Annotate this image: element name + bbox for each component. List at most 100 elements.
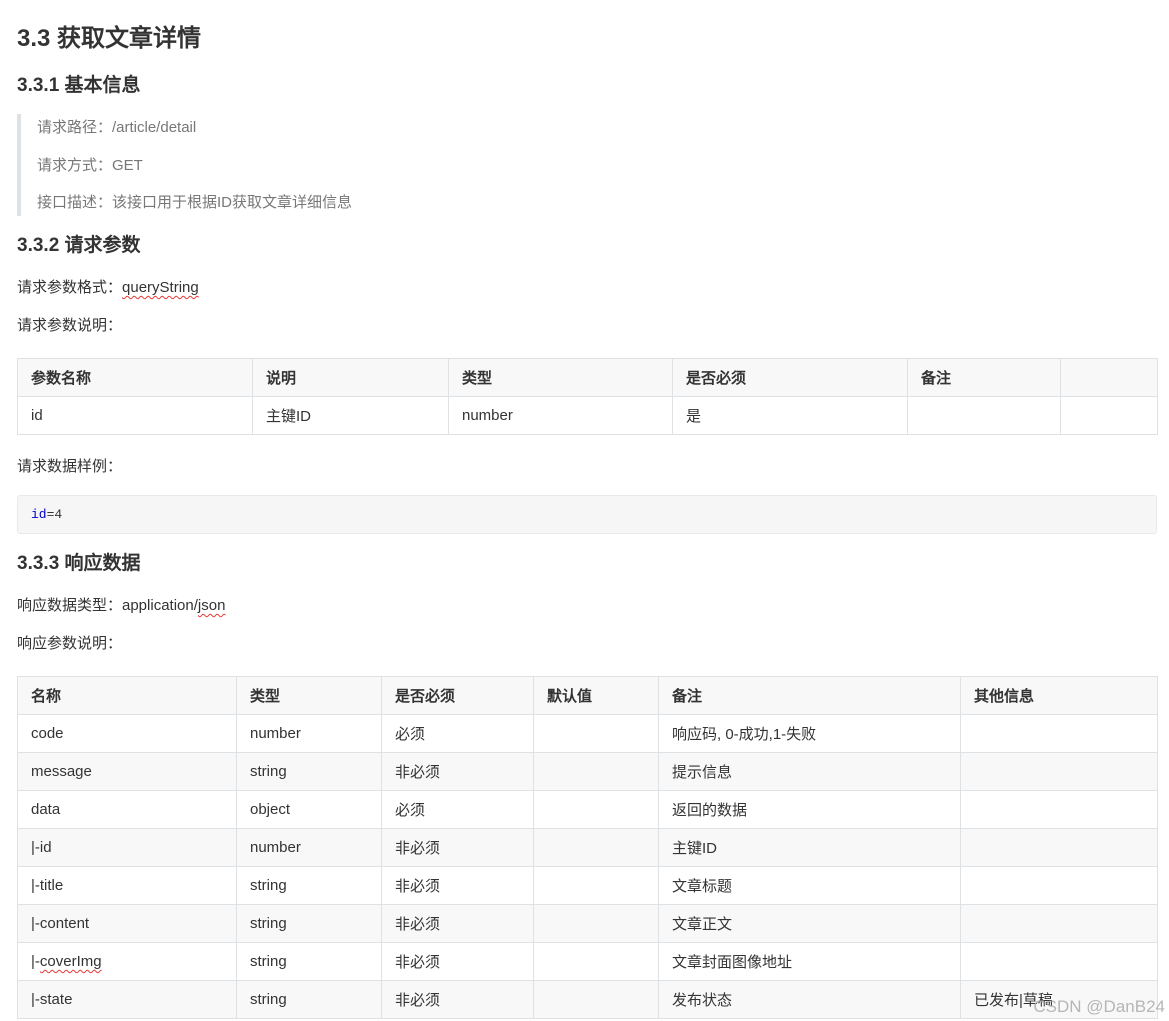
table-cell [533,790,659,829]
table-cell: 文章正文 [658,904,961,943]
table-row: data object 必须 返回的数据 [17,790,1158,829]
param-format-value: queryString [122,279,199,296]
response-type-value: json [197,597,226,614]
table-cell: number [448,396,673,435]
table-row: code number 必须 响应码, 0-成功,1-失败 [17,714,1158,753]
table-cell [907,396,1061,435]
table-cell [533,828,659,867]
table-cell [960,790,1158,829]
table-cell: 提示信息 [658,752,961,791]
table-row: |-title string 非必须 文章标题 [17,866,1158,905]
col-header: 是否必须 [672,358,908,397]
table-cell: 是 [672,396,908,435]
param-format-line: 请求参数格式：queryString [17,276,199,300]
col-header: 备注 [907,358,1061,397]
api-description: 接口描述：该接口用于根据ID获取文章详细信息 [37,194,353,211]
table-cell: 非必须 [381,980,534,1019]
table-row: |-id number 非必须 主键ID [17,828,1158,867]
table-cell: |-coverImg [17,942,237,981]
col-header: 参数名称 [17,358,253,397]
table-cell: string [236,942,382,981]
table-cell: 文章标题 [658,866,961,905]
table-cell [960,942,1158,981]
table-cell [533,904,659,943]
col-header: 类型 [236,676,382,715]
table-cell: |-content [17,904,237,943]
table-cell [533,714,659,753]
sample-label: 请求数据样例： [17,458,123,475]
param-explain-label: 请求参数说明： [17,317,123,334]
table-cell: 非必须 [381,866,534,905]
table-row: id 主键ID number 是 [17,396,1158,435]
table-cell [533,980,659,1019]
table-cell: 必须 [381,714,534,753]
table-cell [960,752,1158,791]
table-cell [533,942,659,981]
col-header: 默认值 [533,676,659,715]
col-header: 名称 [17,676,237,715]
sample-code-block: id=4 [17,495,1157,534]
table-row: |-content string 非必须 文章正文 [17,904,1158,943]
table-cell: 返回的数据 [658,790,961,829]
table-cell: |-state [17,980,237,1019]
table-row: |-coverImg string 非必须 文章封面图像地址 [17,942,1158,981]
col-header: 是否必须 [381,676,534,715]
heading-basic-info: 3.3.1 基本信息 [17,75,141,96]
table-header-row: 参数名称 说明 类型 是否必须 备注 [17,358,1158,397]
request-params-table: 参数名称 说明 类型 是否必须 备注 id 主键ID number 是 [17,358,1158,435]
page-title: 3.3 获取文章详情 [17,25,202,52]
table-cell: object [236,790,382,829]
table-cell: number [236,828,382,867]
table-cell: 文章封面图像地址 [658,942,961,981]
table-cell: id [17,396,253,435]
col-header: 其他信息 [960,676,1158,715]
table-cell: 非必须 [381,904,534,943]
table-cell [960,828,1158,867]
table-cell: 响应码, 0-成功,1-失败 [658,714,961,753]
response-params-table: 名称 类型 是否必须 默认值 备注 其他信息 code number 必须 响应… [17,676,1158,1019]
col-header: 说明 [252,358,449,397]
table-cell [960,866,1158,905]
table-cell: |-id [17,828,237,867]
col-header [1060,358,1158,397]
table-cell [1060,396,1158,435]
table-cell: string [236,866,382,905]
response-explain-label: 响应参数说明： [17,635,123,652]
table-cell: 必须 [381,790,534,829]
table-cell: string [236,980,382,1019]
table-cell: 主键ID [252,396,449,435]
request-path: 请求路径：/article/detail [37,119,197,136]
code-value: =4 [46,507,63,522]
cover-img-key: coverImg [39,953,102,970]
table-cell [960,904,1158,943]
table-cell: data [17,790,237,829]
table-cell: 主键ID [658,828,961,867]
cover-img-prefix: |- [31,953,40,970]
table-cell: string [236,752,382,791]
param-format-label: 请求参数格式： [17,279,123,296]
response-type-line: 响应数据类型：application/json [17,594,225,618]
table-cell: |-title [17,866,237,905]
table-cell: 非必须 [381,752,534,791]
table-cell: 非必须 [381,828,534,867]
table-cell: number [236,714,382,753]
heading-response-data: 3.3.3 响应数据 [17,553,141,574]
table-row: |-state string 非必须 发布状态 已发布|草稿 [17,980,1158,1019]
sample-code: id=4 [31,506,62,524]
table-cell [960,714,1158,753]
table-cell: string [236,904,382,943]
col-header: 备注 [658,676,961,715]
table-cell: 发布状态 [658,980,961,1019]
response-type-label: 响应数据类型：application/ [17,597,198,614]
request-method: 请求方式：GET [37,157,143,174]
csdn-watermark: CSDN @DanB24 [1033,997,1165,1016]
table-cell [533,866,659,905]
table-cell: message [17,752,237,791]
basic-info-blockquote: 请求路径：/article/detail 请求方式：GET 接口描述：该接口用于… [17,114,1161,216]
col-header: 类型 [448,358,673,397]
code-key: id [31,507,47,522]
table-row: message string 非必须 提示信息 [17,752,1158,791]
table-header-row: 名称 类型 是否必须 默认值 备注 其他信息 [17,676,1158,715]
table-cell: code [17,714,237,753]
heading-request-params: 3.3.2 请求参数 [17,235,141,256]
